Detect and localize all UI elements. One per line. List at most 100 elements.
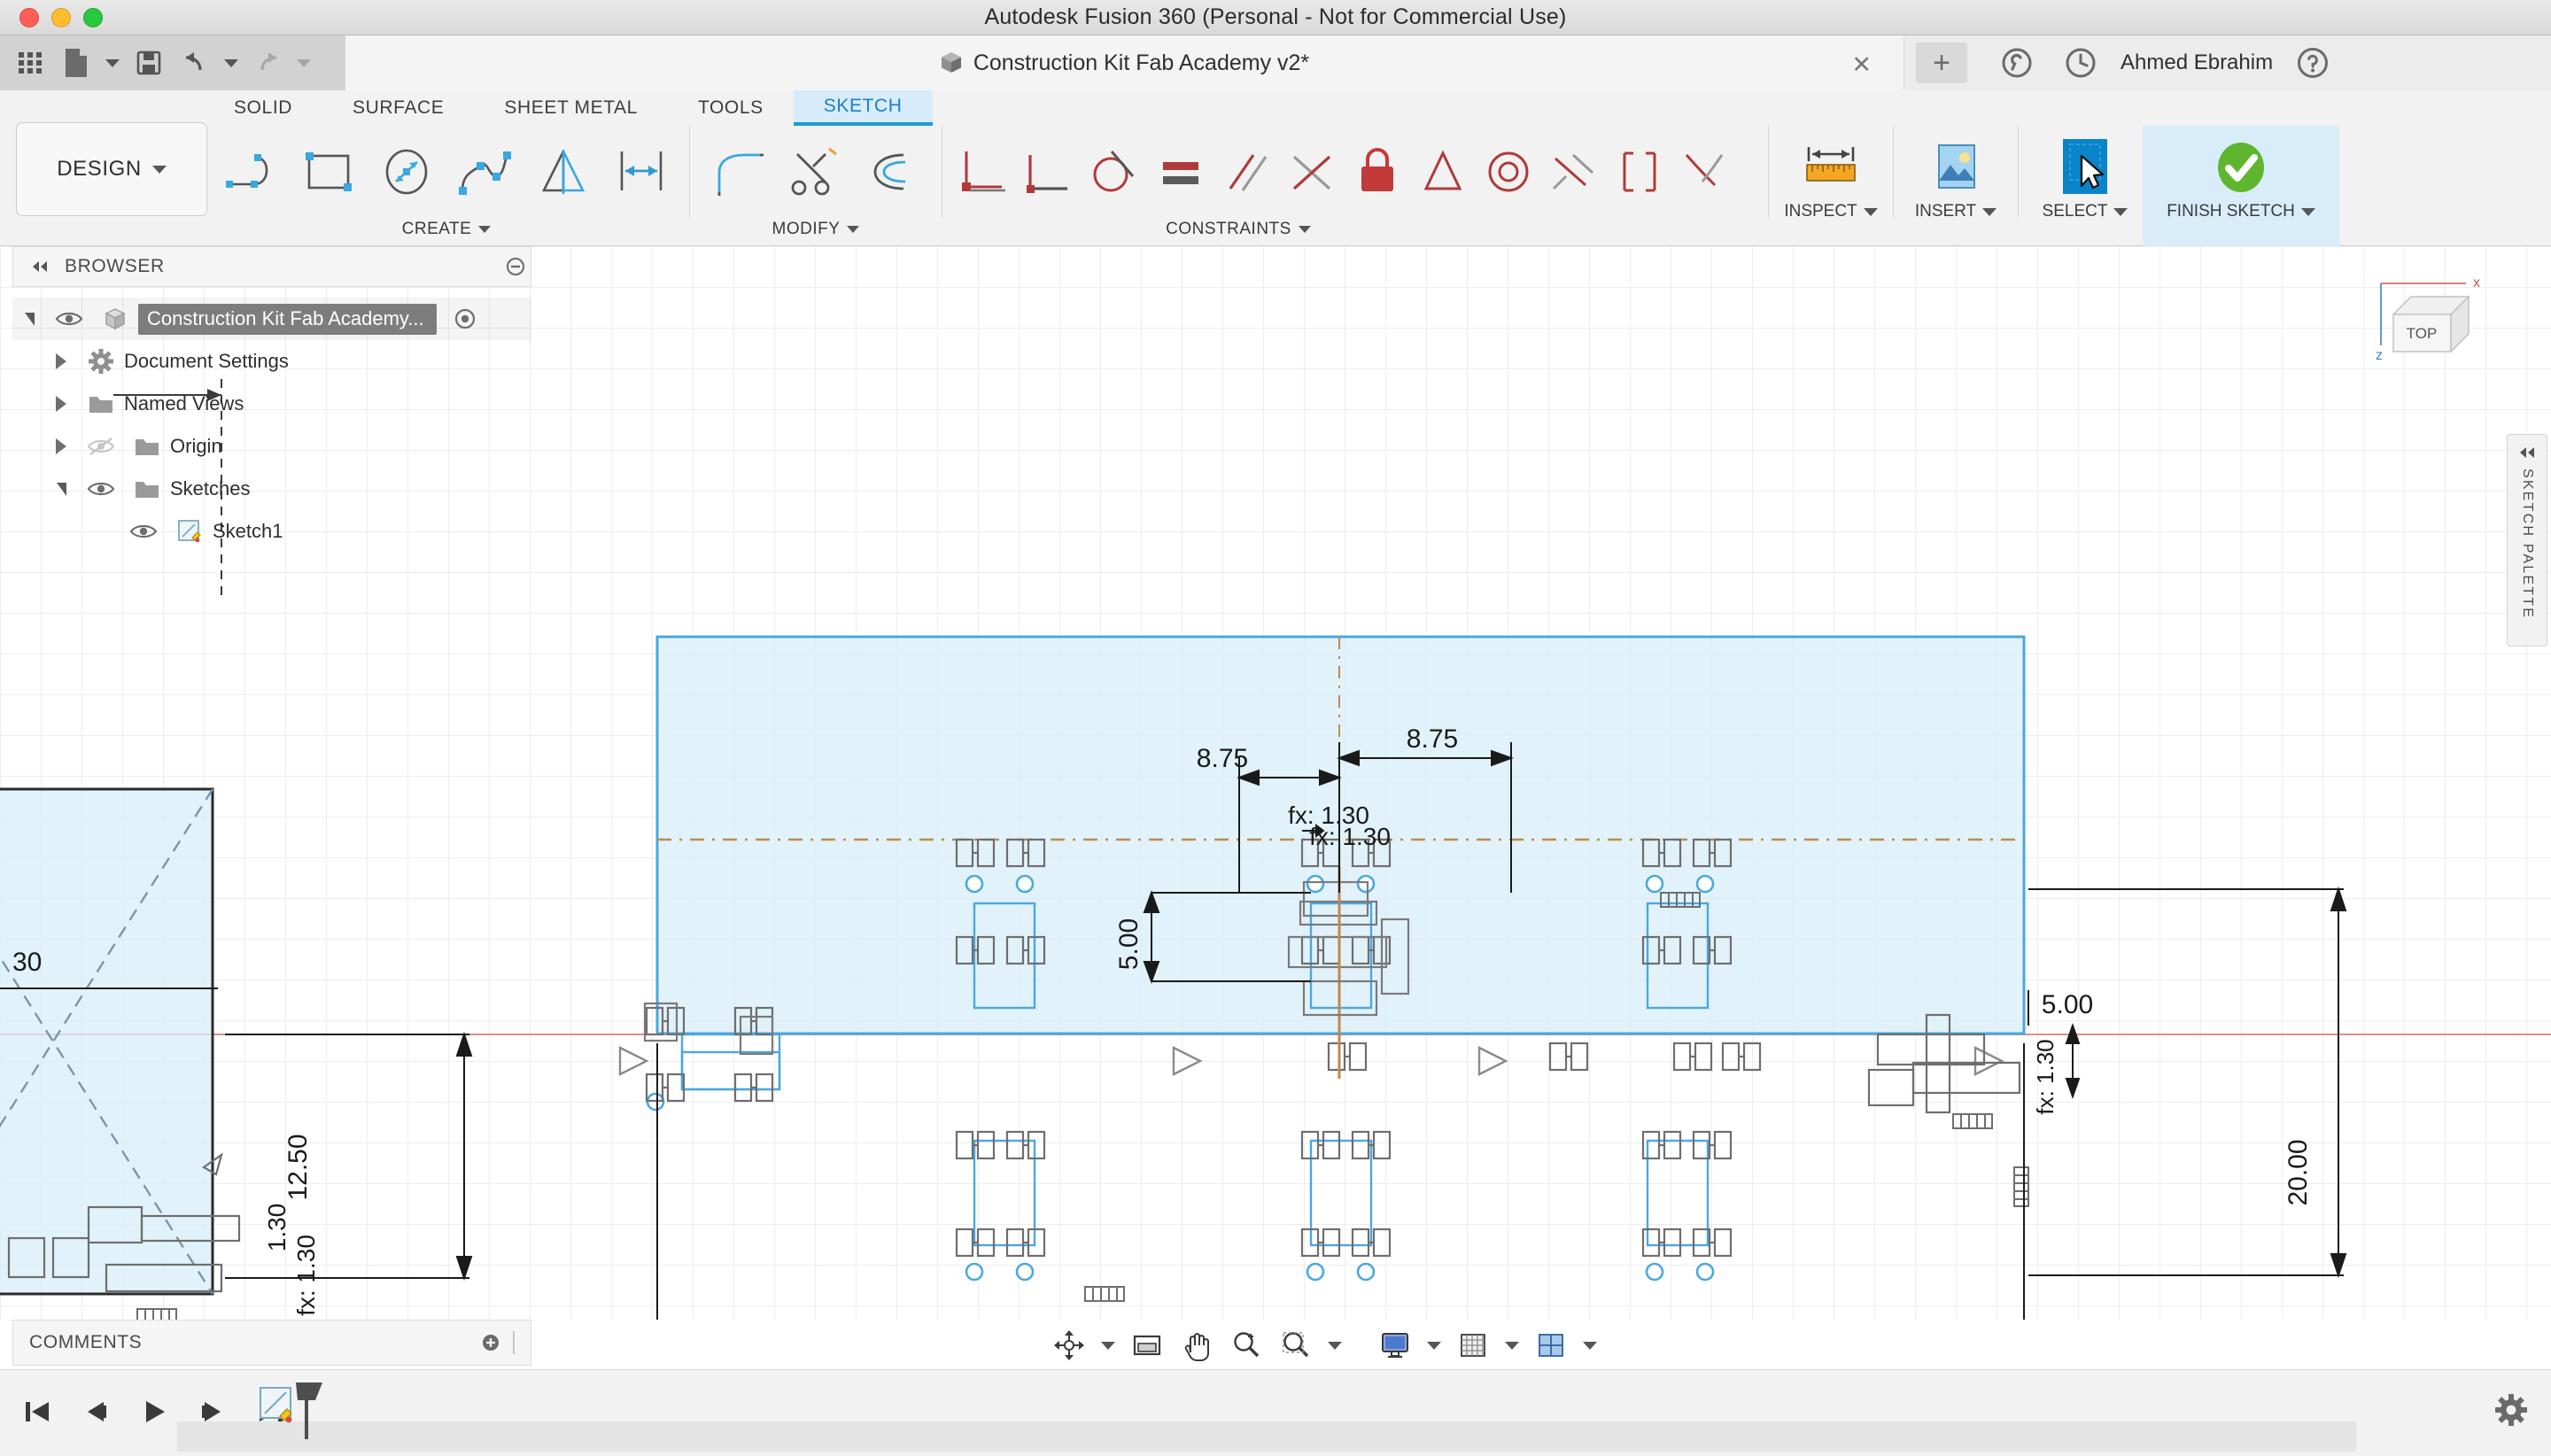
collinear-icon[interactable] <box>1541 129 1607 214</box>
line-icon[interactable] <box>213 129 291 214</box>
workspace-switcher[interactable]: DESIGN <box>16 122 207 216</box>
minimize-icon[interactable] <box>506 257 525 276</box>
dimension-d-fx130-b[interactable]: fx: 1.30 <box>1309 823 1391 850</box>
expand-arrow[interactable] <box>44 482 78 496</box>
grid-snaps-icon[interactable] <box>1449 1323 1497 1367</box>
job-status-icon[interactable] <box>2057 39 2105 87</box>
symmetry-icon[interactable] <box>1410 129 1476 214</box>
tree-item-construction-kit[interactable]: Construction Kit Fab Academy... <box>12 298 531 340</box>
mirror-icon[interactable] <box>524 129 602 214</box>
document-tab[interactable]: Construction Kit Fab Academy v2* ✕ <box>345 35 1904 90</box>
tab-surface[interactable]: SURFACE <box>322 90 474 126</box>
go-to-beginning-icon[interactable] <box>18 1386 57 1437</box>
expand-arrow[interactable] <box>44 396 78 412</box>
expand-arrow[interactable] <box>44 353 78 369</box>
collapse-left-icon[interactable] <box>29 259 50 274</box>
tab-sheet-metal[interactable]: SHEET METAL <box>474 90 668 126</box>
visibility-eye-icon[interactable] <box>46 310 92 328</box>
tangent-icon[interactable] <box>1082 129 1148 214</box>
close-icon[interactable]: ✕ <box>1851 51 1872 79</box>
redo-icon[interactable] <box>246 42 289 84</box>
step-back-icon[interactable] <box>76 1386 115 1437</box>
viewports-dropdown[interactable] <box>1577 1323 1603 1367</box>
dimension-d-500-top[interactable]: 5.00 <box>1114 918 1144 970</box>
dimension-d-875-right[interactable]: 8.75 <box>1407 724 1458 754</box>
display-settings-icon[interactable] <box>1371 1323 1419 1367</box>
view-cube[interactable]: TOP x z <box>2367 275 2500 390</box>
comments-panel-header[interactable]: COMMENTS <box>12 1320 531 1366</box>
redo-dropdown[interactable] <box>292 42 315 84</box>
step-forward-icon[interactable] <box>193 1386 232 1437</box>
select-button[interactable]: SELECT <box>2028 126 2143 246</box>
browser-header[interactable]: BROWSER <box>12 246 531 287</box>
trim-icon[interactable] <box>777 129 855 214</box>
finish-sketch-button[interactable]: FINISH SKETCH <box>2143 126 2339 246</box>
extensions-icon[interactable] <box>1993 39 2041 87</box>
zoom-dropdown[interactable] <box>1322 1323 1348 1367</box>
zoom-icon[interactable] <box>1222 1323 1270 1367</box>
sketch-dimension-icon[interactable] <box>602 129 680 214</box>
concentric-icon[interactable] <box>1476 129 1541 214</box>
orbit-dropdown[interactable] <box>1095 1323 1121 1367</box>
tree-item-sketch1[interactable]: Sketch1 <box>12 510 531 553</box>
dimension-d-130-bl-a[interactable]: 1.30 <box>263 1204 291 1252</box>
coincident-icon[interactable] <box>951 129 1017 214</box>
timeline-track[interactable] <box>177 1421 2356 1452</box>
dimension-d-30-left[interactable]: 30 <box>12 948 42 977</box>
sketch-palette-tab[interactable]: SKETCH PALETTE <box>2507 434 2547 647</box>
save-icon[interactable] <box>128 42 170 84</box>
dimension-d-130-bl-b[interactable]: fx: 1.30 <box>292 1235 320 1316</box>
undo-icon[interactable] <box>174 42 216 84</box>
equal-icon[interactable] <box>1148 129 1213 214</box>
midpoint-icon[interactable] <box>1279 129 1345 214</box>
tab-sketch[interactable]: SKETCH <box>793 90 933 126</box>
tree-item-named-views[interactable]: Named Views <box>12 383 531 425</box>
visibility-eye-icon[interactable] <box>120 523 167 540</box>
spline-icon[interactable] <box>446 129 524 214</box>
dimension-d-1250[interactable]: 12.50 <box>283 1134 313 1200</box>
ribbon-group-label-create[interactable]: CREATE <box>402 220 492 239</box>
app-grid-icon[interactable] <box>9 42 51 84</box>
grid-snaps-dropdown[interactable] <box>1499 1323 1525 1367</box>
settings-gear-icon[interactable] <box>2494 1393 2528 1431</box>
timeline-feature-sketch1[interactable] <box>257 1377 337 1449</box>
panel-resize-handle[interactable] <box>513 1331 515 1354</box>
dimension-d-500-right[interactable]: 5.00 <box>2042 990 2093 1019</box>
plus-icon[interactable]: + <box>1916 43 1967 83</box>
fix-lock-icon[interactable] <box>1345 129 1410 214</box>
play-icon[interactable] <box>135 1386 174 1437</box>
visibility-eye-icon[interactable] <box>78 480 124 498</box>
horizontal-vertical-icon[interactable] <box>1607 129 1672 214</box>
dimension-d-875-left[interactable]: 8.75 <box>1197 744 1248 773</box>
circle-icon[interactable] <box>368 129 446 214</box>
display-settings-dropdown[interactable] <box>1421 1323 1447 1367</box>
expand-arrow[interactable] <box>12 312 46 326</box>
help-icon[interactable] <box>2289 39 2337 87</box>
add-comment-icon[interactable] <box>481 1333 500 1352</box>
insert-button[interactable]: INSERT <box>1903 126 2009 246</box>
dimension-d-2000[interactable]: 20.00 <box>2283 1139 2313 1205</box>
zoom-window-icon[interactable] <box>1272 1323 1320 1367</box>
orbit-icon[interactable] <box>1045 1323 1093 1367</box>
fillet-icon[interactable] <box>699 129 777 214</box>
ribbon-group-label-constraints[interactable]: CONSTRAINTS <box>1166 220 1311 239</box>
rectangle-icon[interactable] <box>291 129 368 214</box>
undo-dropdown[interactable] <box>220 42 243 84</box>
curvature-icon[interactable] <box>1672 129 1738 214</box>
visibility-off-eye-icon[interactable] <box>78 437 124 456</box>
new-file-dropdown[interactable] <box>101 42 124 84</box>
ribbon-group-label-modify[interactable]: MODIFY <box>772 220 860 239</box>
collapse-right-icon[interactable] <box>2517 445 2537 460</box>
new-file-icon[interactable] <box>55 42 97 84</box>
component-activate-icon[interactable] <box>442 307 488 330</box>
tree-item-sketches[interactable]: Sketches <box>12 468 531 510</box>
parallel-icon[interactable] <box>1213 129 1279 214</box>
tree-item-origin[interactable]: Origin <box>12 425 531 468</box>
dimension-d-fx130-right[interactable]: fx: 1.30 <box>2032 1039 2059 1114</box>
offset-icon[interactable] <box>855 129 933 214</box>
perpendicular-icon[interactable] <box>1017 129 1082 214</box>
expand-arrow[interactable] <box>44 438 78 454</box>
pan-hand-icon[interactable] <box>1173 1323 1221 1367</box>
tab-solid[interactable]: SOLID <box>204 90 322 126</box>
inspect-button[interactable]: INSPECT <box>1778 126 1884 246</box>
